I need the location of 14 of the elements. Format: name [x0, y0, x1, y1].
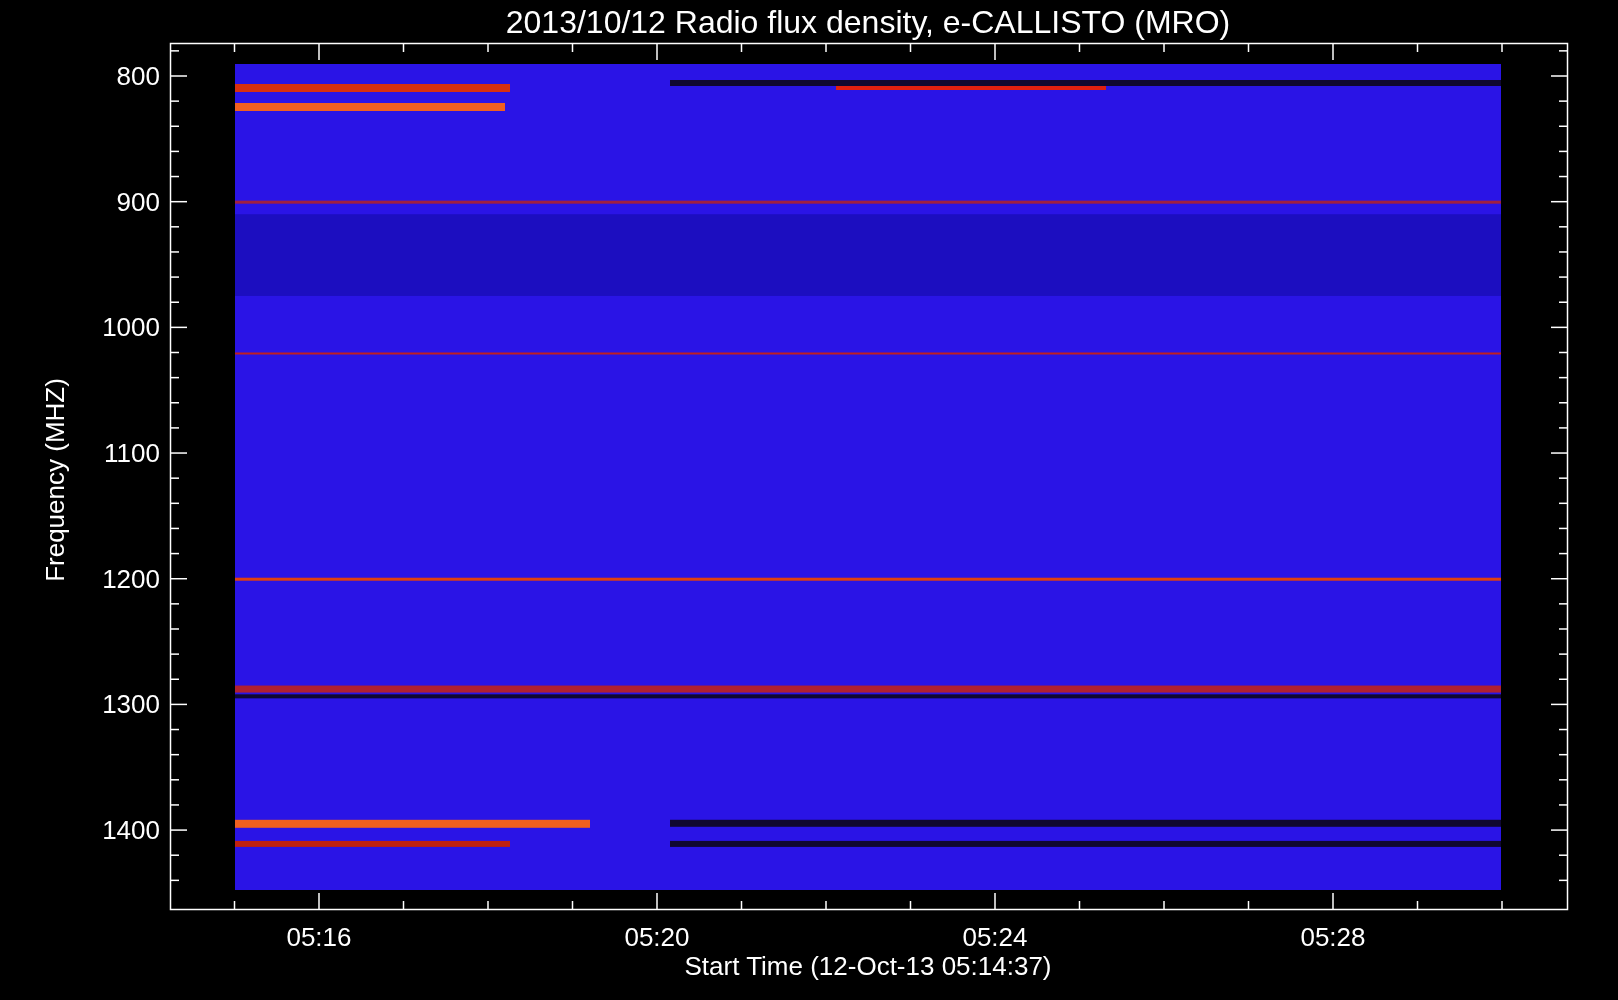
x-axis-label: Start Time (12-Oct-13 05:14:37) [684, 951, 1052, 981]
y-tick-label: 1100 [104, 438, 160, 469]
x-tick-label: 05:28 [1300, 922, 1366, 952]
x-tick-label: 05:20 [624, 922, 690, 952]
chart-title: 2013/10/12 Radio flux density, e-CALLISTO (MRO) [505, 4, 1231, 40]
y-tick-label: 1200 [102, 563, 160, 594]
y-tick-label: 1300 [102, 689, 160, 720]
y-tick-label: 1400 [102, 815, 160, 846]
x-tick-label: 05:24 [962, 922, 1028, 952]
y-tick-label: 1000 [102, 312, 160, 343]
y-tick-label: 900 [116, 186, 160, 217]
x-tick-label: 05:16 [286, 922, 352, 952]
y-tick-label: 800 [116, 61, 160, 91]
y-axis-label: Frequency (MHZ) [40, 378, 70, 582]
